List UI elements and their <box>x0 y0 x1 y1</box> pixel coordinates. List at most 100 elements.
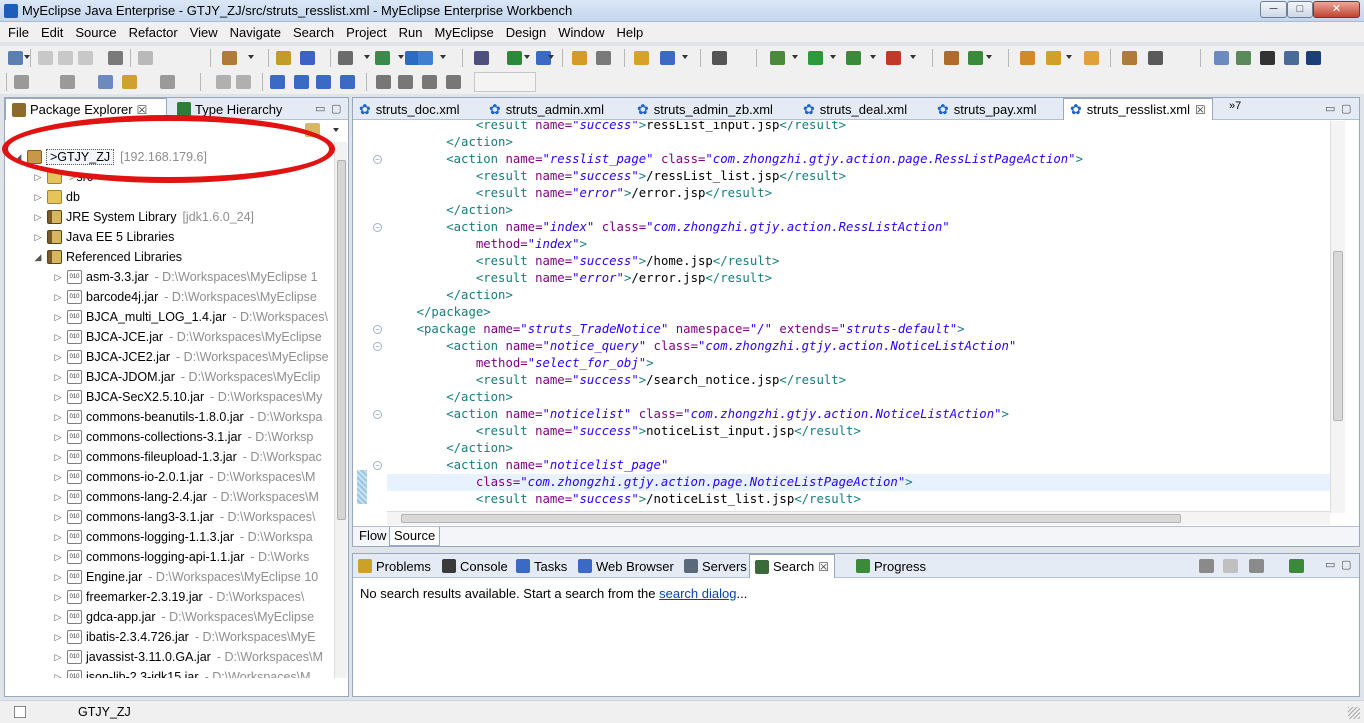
tab-flow[interactable]: Flow <box>355 527 390 546</box>
editor-tab-struts-doc-xml[interactable]: ✿ struts_doc.xml <box>353 98 466 120</box>
menu-run[interactable]: Run <box>393 25 429 40</box>
jar-item[interactable]: ▷ 010 Engine.jar - D:\Workspaces\MyEclipse … <box>53 567 318 587</box>
dropdown-arrow-icon[interactable] <box>986 55 992 59</box>
fold-toggle-icon[interactable]: − <box>373 223 382 232</box>
toolbar-icon[interactable] <box>316 75 331 89</box>
jar-item[interactable]: ▷ 010 javassist-3.11.0.GA.jar - D:\Workspac… <box>53 647 323 667</box>
toolbar-icon[interactable] <box>944 51 959 65</box>
menu-window[interactable]: Window <box>552 25 610 40</box>
close-tab-icon[interactable]: ☒ <box>1195 103 1206 117</box>
tab-servers[interactable]: Servers <box>679 554 752 578</box>
toolbar-icon[interactable] <box>474 51 489 65</box>
jar-item[interactable]: ▷ 010 asm-3.3.jar - D:\Workspaces\MyEclipse… <box>53 267 318 287</box>
tree-item[interactable]: ▷ JRE System Library [jdk1.6.0_24] <box>33 207 254 227</box>
dropdown-arrow-icon[interactable] <box>870 55 876 59</box>
jar-item[interactable]: ▷ 010 commons-lang-2.4.jar - D:\Workspaces\… <box>53 487 319 507</box>
dropdown-arrow-icon[interactable] <box>1066 55 1072 59</box>
expand-toggle-icon[interactable]: ▷ <box>33 232 43 243</box>
editor-tab-struts-pay-xml[interactable]: ✿ struts_pay.xml <box>931 98 1043 120</box>
minimize-button[interactable]: ─ <box>1260 1 1287 18</box>
tab-console[interactable]: Console <box>437 554 513 578</box>
more-editors-overflow[interactable]: »7 <box>1229 100 1241 112</box>
tab-source[interactable]: Source <box>389 527 441 546</box>
expand-toggle-icon[interactable]: ▷ <box>53 352 63 363</box>
editor-vertical-scrollbar[interactable] <box>1330 121 1345 513</box>
toolbar-icon[interactable] <box>60 75 75 89</box>
tree-item[interactable]: ▷ db <box>33 187 80 207</box>
expand-toggle-icon[interactable]: ◢ <box>13 152 23 163</box>
fold-toggle-icon[interactable]: − <box>373 410 382 419</box>
toolbar-icon[interactable] <box>808 51 823 65</box>
toolbar-icon[interactable] <box>1284 51 1299 65</box>
dropdown-arrow-icon[interactable] <box>248 55 254 59</box>
tab-search[interactable]: Search ☒ <box>749 554 835 578</box>
jar-item[interactable]: ▷ 010 barcode4j.jar - D:\Workspaces\MyEclip… <box>53 287 317 307</box>
menu-source[interactable]: Source <box>69 25 122 40</box>
editor-horizontal-scrollbar[interactable] <box>387 511 1330 525</box>
toolbar-icon[interactable] <box>376 75 391 89</box>
menu-navigate[interactable]: Navigate <box>224 25 287 40</box>
tree-item[interactable]: ▷ > src <box>33 167 93 187</box>
minimize-view-icon[interactable]: ▭ <box>1325 558 1335 571</box>
expand-toggle-icon[interactable]: ▷ <box>53 272 63 283</box>
expand-toggle-icon[interactable]: ▷ <box>53 652 63 663</box>
expand-toggle-icon[interactable]: ▷ <box>53 612 63 623</box>
resize-grip-icon[interactable] <box>1348 707 1360 719</box>
expand-toggle-icon[interactable]: ▷ <box>53 492 63 503</box>
toolbar-icon[interactable] <box>1046 51 1061 65</box>
toolbar-icon[interactable] <box>300 51 315 65</box>
toolbar-icon[interactable] <box>660 51 675 65</box>
toolbar-icon[interactable] <box>216 75 231 89</box>
toolbar-icon[interactable] <box>507 51 522 65</box>
jar-item[interactable]: ▷ 010 BJCA-SecX2.5.10.jar - D:\Workspaces\M… <box>53 387 322 407</box>
toolbar-icon[interactable] <box>122 75 137 89</box>
toolbar-icon[interactable] <box>446 75 461 89</box>
fold-toggle-icon[interactable]: − <box>373 325 382 334</box>
fold-toggle-icon[interactable]: − <box>373 155 382 164</box>
jar-item[interactable]: ▷ 010 commons-io-2.0.1.jar - D:\Workspaces\… <box>53 467 315 487</box>
menu-help[interactable]: Help <box>610 25 649 40</box>
dropdown-arrow-icon[interactable] <box>24 55 30 59</box>
scrollbar-thumb[interactable] <box>401 514 1181 523</box>
toolbar-combo-box[interactable] <box>474 72 536 92</box>
editor-tab-struts-resslist-xml[interactable]: ✿ struts_resslist.xml ☒ <box>1063 98 1213 120</box>
jar-item[interactable]: ▷ 010 BJCA-JDOM.jar - D:\Workspaces\MyEclip <box>53 367 320 387</box>
menu-myeclipse[interactable]: MyEclipse <box>429 25 500 40</box>
toolbar-icon[interactable] <box>138 51 153 65</box>
jar-item[interactable]: ▷ 010 freemarker-2.3.19.jar - D:\Workspaces… <box>53 587 304 607</box>
dropdown-arrow-icon[interactable] <box>792 55 798 59</box>
toolbar-icon[interactable] <box>1122 51 1137 65</box>
dropdown-arrow-icon[interactable] <box>830 55 836 59</box>
jar-item[interactable]: ▷ 010 commons-fileupload-1.3.jar - D:\Works… <box>53 447 322 467</box>
editor-text-area[interactable]: − − − − − − <result name="success">ressList_i… <box>353 121 1343 513</box>
menu-project[interactable]: Project <box>340 25 392 40</box>
minimize-view-icon[interactable]: ▭ <box>315 102 325 115</box>
jar-item[interactable]: ▷ 010 BJCA_multi_LOG_1.4.jar - D:\Workspace… <box>53 307 328 327</box>
open-view-icon[interactable] <box>1289 559 1304 573</box>
expand-toggle-icon[interactable]: ▷ <box>53 632 63 643</box>
toolbar-icon[interactable] <box>98 75 113 89</box>
package-tree-scrollbar[interactable] <box>334 142 347 678</box>
maximize-view-icon[interactable]: ▢ <box>1341 558 1351 571</box>
toolbar-icon[interactable] <box>14 75 29 89</box>
toolbar-icon[interactable] <box>222 51 237 65</box>
toolbar-icon[interactable] <box>38 51 53 65</box>
menu-search[interactable]: Search <box>287 25 340 40</box>
expand-toggle-icon[interactable]: ▷ <box>53 332 63 343</box>
expand-toggle-icon[interactable]: ▷ <box>53 292 63 303</box>
tab-type-hierarchy[interactable]: Type Hierarchy <box>171 98 288 120</box>
toolbar-icon[interactable] <box>1306 51 1321 65</box>
menu-file[interactable]: File <box>2 25 35 40</box>
expand-toggle-icon[interactable]: ▷ <box>33 192 43 203</box>
toolbar-icon[interactable] <box>422 75 437 89</box>
jar-item[interactable]: ▷ 010 BJCA-JCE.jar - D:\Workspaces\MyEclips… <box>53 327 322 347</box>
scrollbar-thumb[interactable] <box>1333 251 1343 421</box>
search-dialog-link[interactable]: search dialog <box>659 586 736 601</box>
toolbar-icon[interactable] <box>78 51 93 65</box>
toolbar-icon[interactable] <box>596 51 611 65</box>
toolbar-icon[interactable] <box>340 75 355 89</box>
toolbar-icon[interactable] <box>294 75 309 89</box>
expand-toggle-icon[interactable]: ▷ <box>53 372 63 383</box>
toolbar-icon[interactable] <box>398 75 413 89</box>
expand-toggle-icon[interactable]: ▷ <box>33 212 43 223</box>
